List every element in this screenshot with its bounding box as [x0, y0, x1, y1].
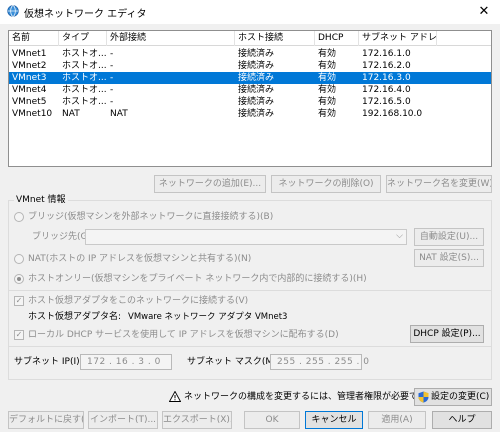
chevron-down-icon: ⌵: [396, 231, 403, 241]
help-button[interactable]: ヘルプ: [432, 411, 492, 429]
table-cell: 172.16.5.0: [362, 97, 411, 107]
vmnet-info-label: VMnet 情報: [14, 194, 68, 206]
network-globe-icon: [7, 5, 19, 17]
auto-settings-button[interactable]: 自動設定(U)...: [414, 228, 484, 246]
admin-notice-text: ネットワークの構成を変更するには、管理者権限が必要です。: [184, 392, 436, 402]
add-network-button[interactable]: ネットワークの追加(E)...: [154, 175, 266, 193]
table-cell: ホストオ...: [62, 61, 107, 71]
table-cell: -: [110, 49, 114, 59]
table-cell: VMnet1: [12, 49, 47, 59]
table-row[interactable]: VMnet2 ホストオ... - 接続済み 有効 172.16.2.0: [9, 60, 491, 72]
bridge-to-select[interactable]: ⌵: [85, 229, 407, 245]
divider: [8, 290, 492, 291]
list-header: 名前 タイプ 外部接続 ホスト接続 DHCP サブネット アドレス: [9, 31, 491, 46]
table-cell: 接続済み: [238, 61, 275, 71]
table-row[interactable]: VMnet1 ホストオ... - 接続済み 有効 172.16.1.0: [9, 48, 491, 60]
table-cell: VMnet3: [12, 73, 47, 83]
table-cell: 172.16.2.0: [362, 61, 411, 71]
table-cell: 有効: [318, 49, 337, 59]
remove-network-button[interactable]: ネットワークの削除(O): [271, 175, 381, 193]
table-cell: 接続済み: [238, 73, 275, 83]
table-cell: ホストオ...: [62, 97, 107, 107]
dhcp-settings-button[interactable]: DHCP 設定(P)...: [410, 325, 484, 343]
connect-adapter-label: ホスト仮想アダプタをこのネットワークに接続する(V): [28, 296, 249, 306]
rename-network-button[interactable]: ネットワーク名を変更(W)...: [386, 175, 492, 193]
adapter-name-label: ホスト仮想アダプタ名:: [28, 312, 122, 322]
hostonly-radio[interactable]: [14, 274, 24, 284]
subnet-ip-label: サブネット IP(I):: [14, 357, 83, 367]
column-header-external[interactable]: 外部接続: [107, 31, 235, 46]
table-cell: 172.16.1.0: [362, 49, 411, 59]
table-cell: 接続済み: [238, 85, 275, 95]
table-cell: 有効: [318, 109, 337, 119]
column-header-dhcp[interactable]: DHCP: [315, 31, 359, 46]
table-row[interactable]: VMnet5 ホストオ... - 接続済み 有効 172.16.5.0: [9, 96, 491, 108]
table-cell: 接続済み: [238, 97, 275, 107]
network-list[interactable]: 名前 タイプ 外部接続 ホスト接続 DHCP サブネット アドレス VMnet1…: [8, 30, 492, 167]
table-cell: 有効: [318, 73, 337, 83]
column-header-subnet[interactable]: サブネット アドレス: [359, 31, 437, 46]
table-cell: VMnet4: [12, 85, 47, 95]
title-bar: 仮想ネットワーク エディタ ✕: [0, 0, 500, 24]
nat-settings-button[interactable]: NAT 設定(S)...: [414, 249, 484, 267]
dhcp-checkbox[interactable]: ✓: [14, 330, 24, 340]
column-header-name[interactable]: 名前: [9, 31, 59, 46]
table-cell: ホストオ...: [62, 85, 107, 95]
table-cell: 接続済み: [238, 109, 275, 119]
table-cell: 接続済み: [238, 49, 275, 59]
table-cell: 有効: [318, 61, 337, 71]
subnet-mask-label: サブネット マスク(M):: [187, 357, 280, 367]
restore-defaults-button[interactable]: デフォルトに戻す(R): [8, 411, 84, 429]
table-cell: -: [110, 85, 114, 95]
column-header-type[interactable]: タイプ: [59, 31, 107, 46]
table-row[interactable]: VMnet4 ホストオ... - 接続済み 有効 172.16.4.0: [9, 84, 491, 96]
cancel-button[interactable]: キャンセル: [305, 411, 363, 429]
table-cell: 172.16.3.0: [362, 73, 411, 83]
table-cell: VMnet2: [12, 61, 47, 71]
table-cell: 有効: [318, 97, 337, 107]
warning-icon: [168, 390, 182, 402]
subnet-ip-input[interactable]: 172 . 16 . 3 . 0: [80, 354, 172, 370]
table-cell: 192.168.10.0: [362, 109, 423, 119]
change-settings-label: 設定の変更(C): [431, 392, 490, 402]
table-cell: VMnet5: [12, 97, 47, 107]
table-cell: ホストオ...: [62, 49, 107, 59]
hostonly-label: ホストオンリー(仮想マシンをプライベート ネットワーク内で内部的に接続する)(H…: [28, 274, 367, 284]
table-cell: -: [110, 97, 114, 107]
ok-button[interactable]: OK: [244, 411, 300, 429]
table-cell: VMnet10: [12, 109, 53, 119]
bridged-label: ブリッジ(仮想マシンを外部ネットワークに直接接続する)(B): [28, 212, 274, 222]
connect-adapter-checkbox[interactable]: ✓: [14, 296, 24, 306]
table-cell: NAT: [62, 109, 80, 119]
nat-label: NAT(ホストの IP アドレスを仮想マシンと共有する)(N): [28, 254, 252, 264]
table-cell: 172.16.4.0: [362, 85, 411, 95]
window-title: 仮想ネットワーク エディタ: [24, 9, 147, 20]
table-cell: ホストオ...: [62, 73, 107, 83]
change-settings-button[interactable]: 設定の変更(C): [414, 388, 492, 406]
table-row[interactable]: VMnet10 NAT NAT 接続済み 有効 192.168.10.0: [9, 108, 491, 120]
adapter-name-value: VMware ネットワーク アダプタ VMnet3: [128, 312, 288, 322]
table-cell: NAT: [110, 109, 128, 119]
apply-button[interactable]: 適用(A): [368, 411, 426, 429]
close-button[interactable]: ✕: [474, 3, 494, 21]
export-button[interactable]: エクスポート(X)...: [162, 411, 232, 429]
shield-icon: [418, 391, 429, 403]
subnet-mask-input[interactable]: 255 . 255 . 255 . 0: [270, 354, 369, 370]
import-button[interactable]: インポート(T)...: [88, 411, 158, 429]
bridged-radio[interactable]: [14, 212, 24, 222]
column-header-host[interactable]: ホスト接続: [235, 31, 315, 46]
dhcp-label: ローカル DHCP サービスを使用して IP アドレスを仮想マシンに配布する(D…: [28, 330, 339, 340]
table-row[interactable]: VMnet3 ホストオ... - 接続済み 有効 172.16.3.0: [9, 72, 491, 84]
table-cell: -: [110, 61, 114, 71]
table-cell: -: [110, 73, 114, 83]
divider: [8, 346, 492, 347]
table-cell: 有効: [318, 85, 337, 95]
nat-radio[interactable]: [14, 254, 24, 264]
